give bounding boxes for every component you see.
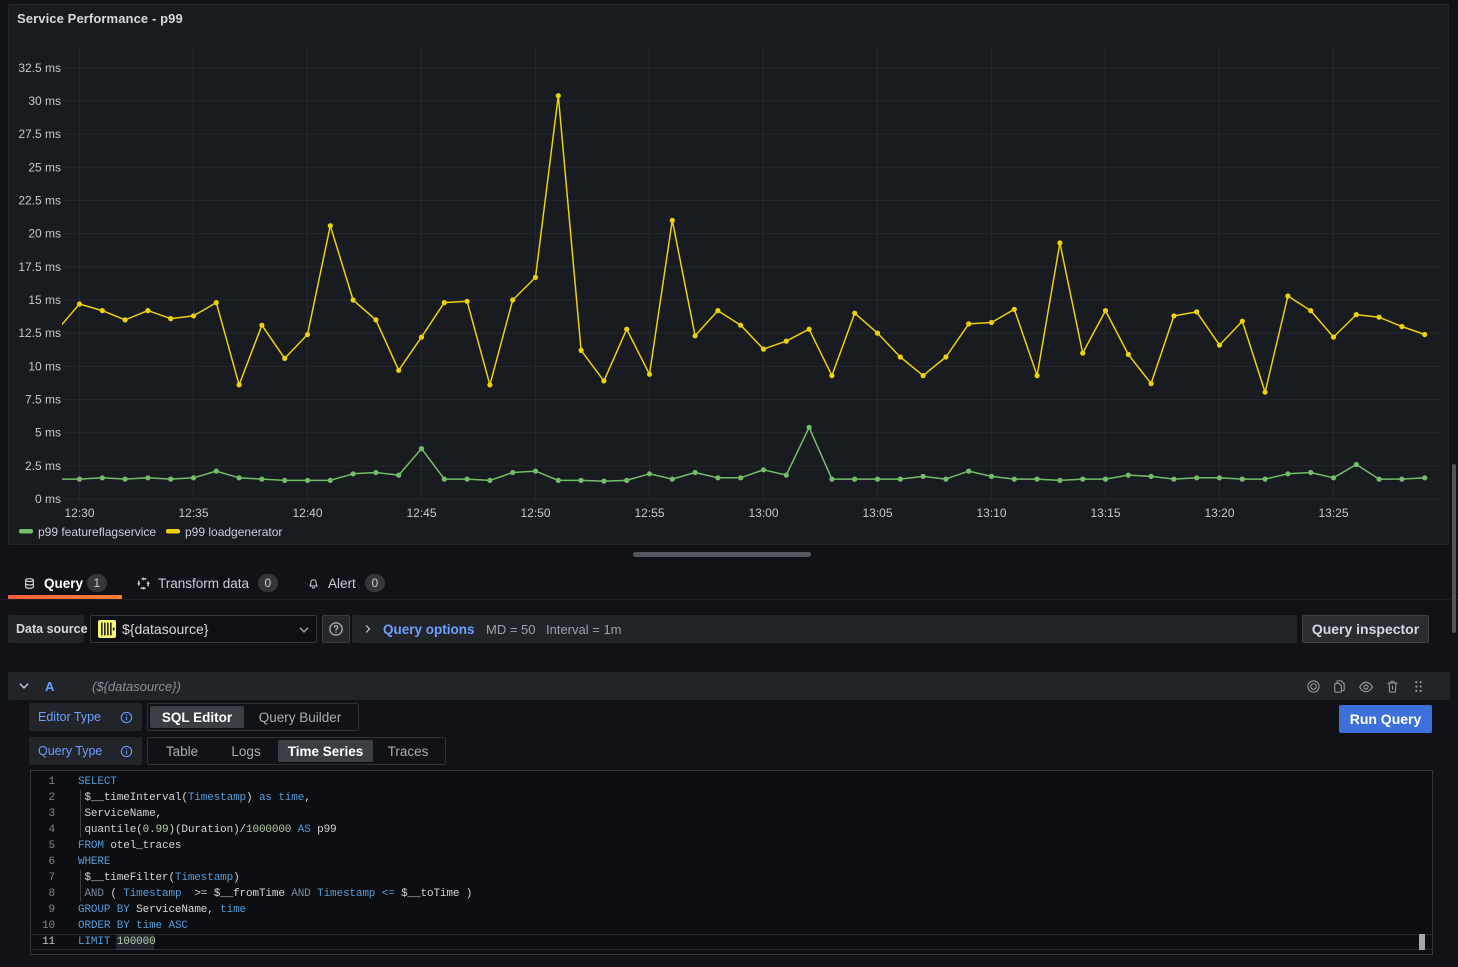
svg-text:12:40: 12:40 (292, 506, 322, 520)
svg-text:p99 featureflagservice: p99 featureflagservice (38, 525, 156, 539)
svg-text:10 ms: 10 ms (28, 359, 61, 373)
svg-text:17.5 ms: 17.5 ms (18, 260, 61, 274)
svg-text:15 ms: 15 ms (28, 293, 61, 307)
svg-text:13:10: 13:10 (976, 506, 1006, 520)
svg-text:13:25: 13:25 (1318, 506, 1348, 520)
svg-text:12:55: 12:55 (634, 506, 664, 520)
svg-text:32.5 ms: 32.5 ms (18, 61, 61, 75)
svg-text:p99 loadgenerator: p99 loadgenerator (185, 525, 282, 539)
svg-text:13:00: 13:00 (748, 506, 778, 520)
svg-text:12:30: 12:30 (64, 506, 94, 520)
svg-text:25 ms: 25 ms (28, 160, 61, 174)
svg-text:7.5 ms: 7.5 ms (25, 392, 61, 406)
svg-text:13:05: 13:05 (862, 506, 892, 520)
svg-text:12:50: 12:50 (520, 506, 550, 520)
svg-text:27.5 ms: 27.5 ms (18, 127, 61, 141)
svg-text:2.5 ms: 2.5 ms (25, 459, 61, 473)
svg-text:12.5 ms: 12.5 ms (18, 326, 61, 340)
svg-text:5 ms: 5 ms (35, 426, 61, 440)
svg-text:20 ms: 20 ms (28, 227, 61, 241)
svg-text:22.5 ms: 22.5 ms (18, 193, 61, 207)
svg-text:12:35: 12:35 (178, 506, 208, 520)
svg-text:13:15: 13:15 (1090, 506, 1120, 520)
svg-text:13:20: 13:20 (1204, 506, 1234, 520)
svg-text:12:45: 12:45 (406, 506, 436, 520)
svg-text:0 ms: 0 ms (35, 492, 61, 506)
svg-text:30 ms: 30 ms (28, 94, 61, 108)
